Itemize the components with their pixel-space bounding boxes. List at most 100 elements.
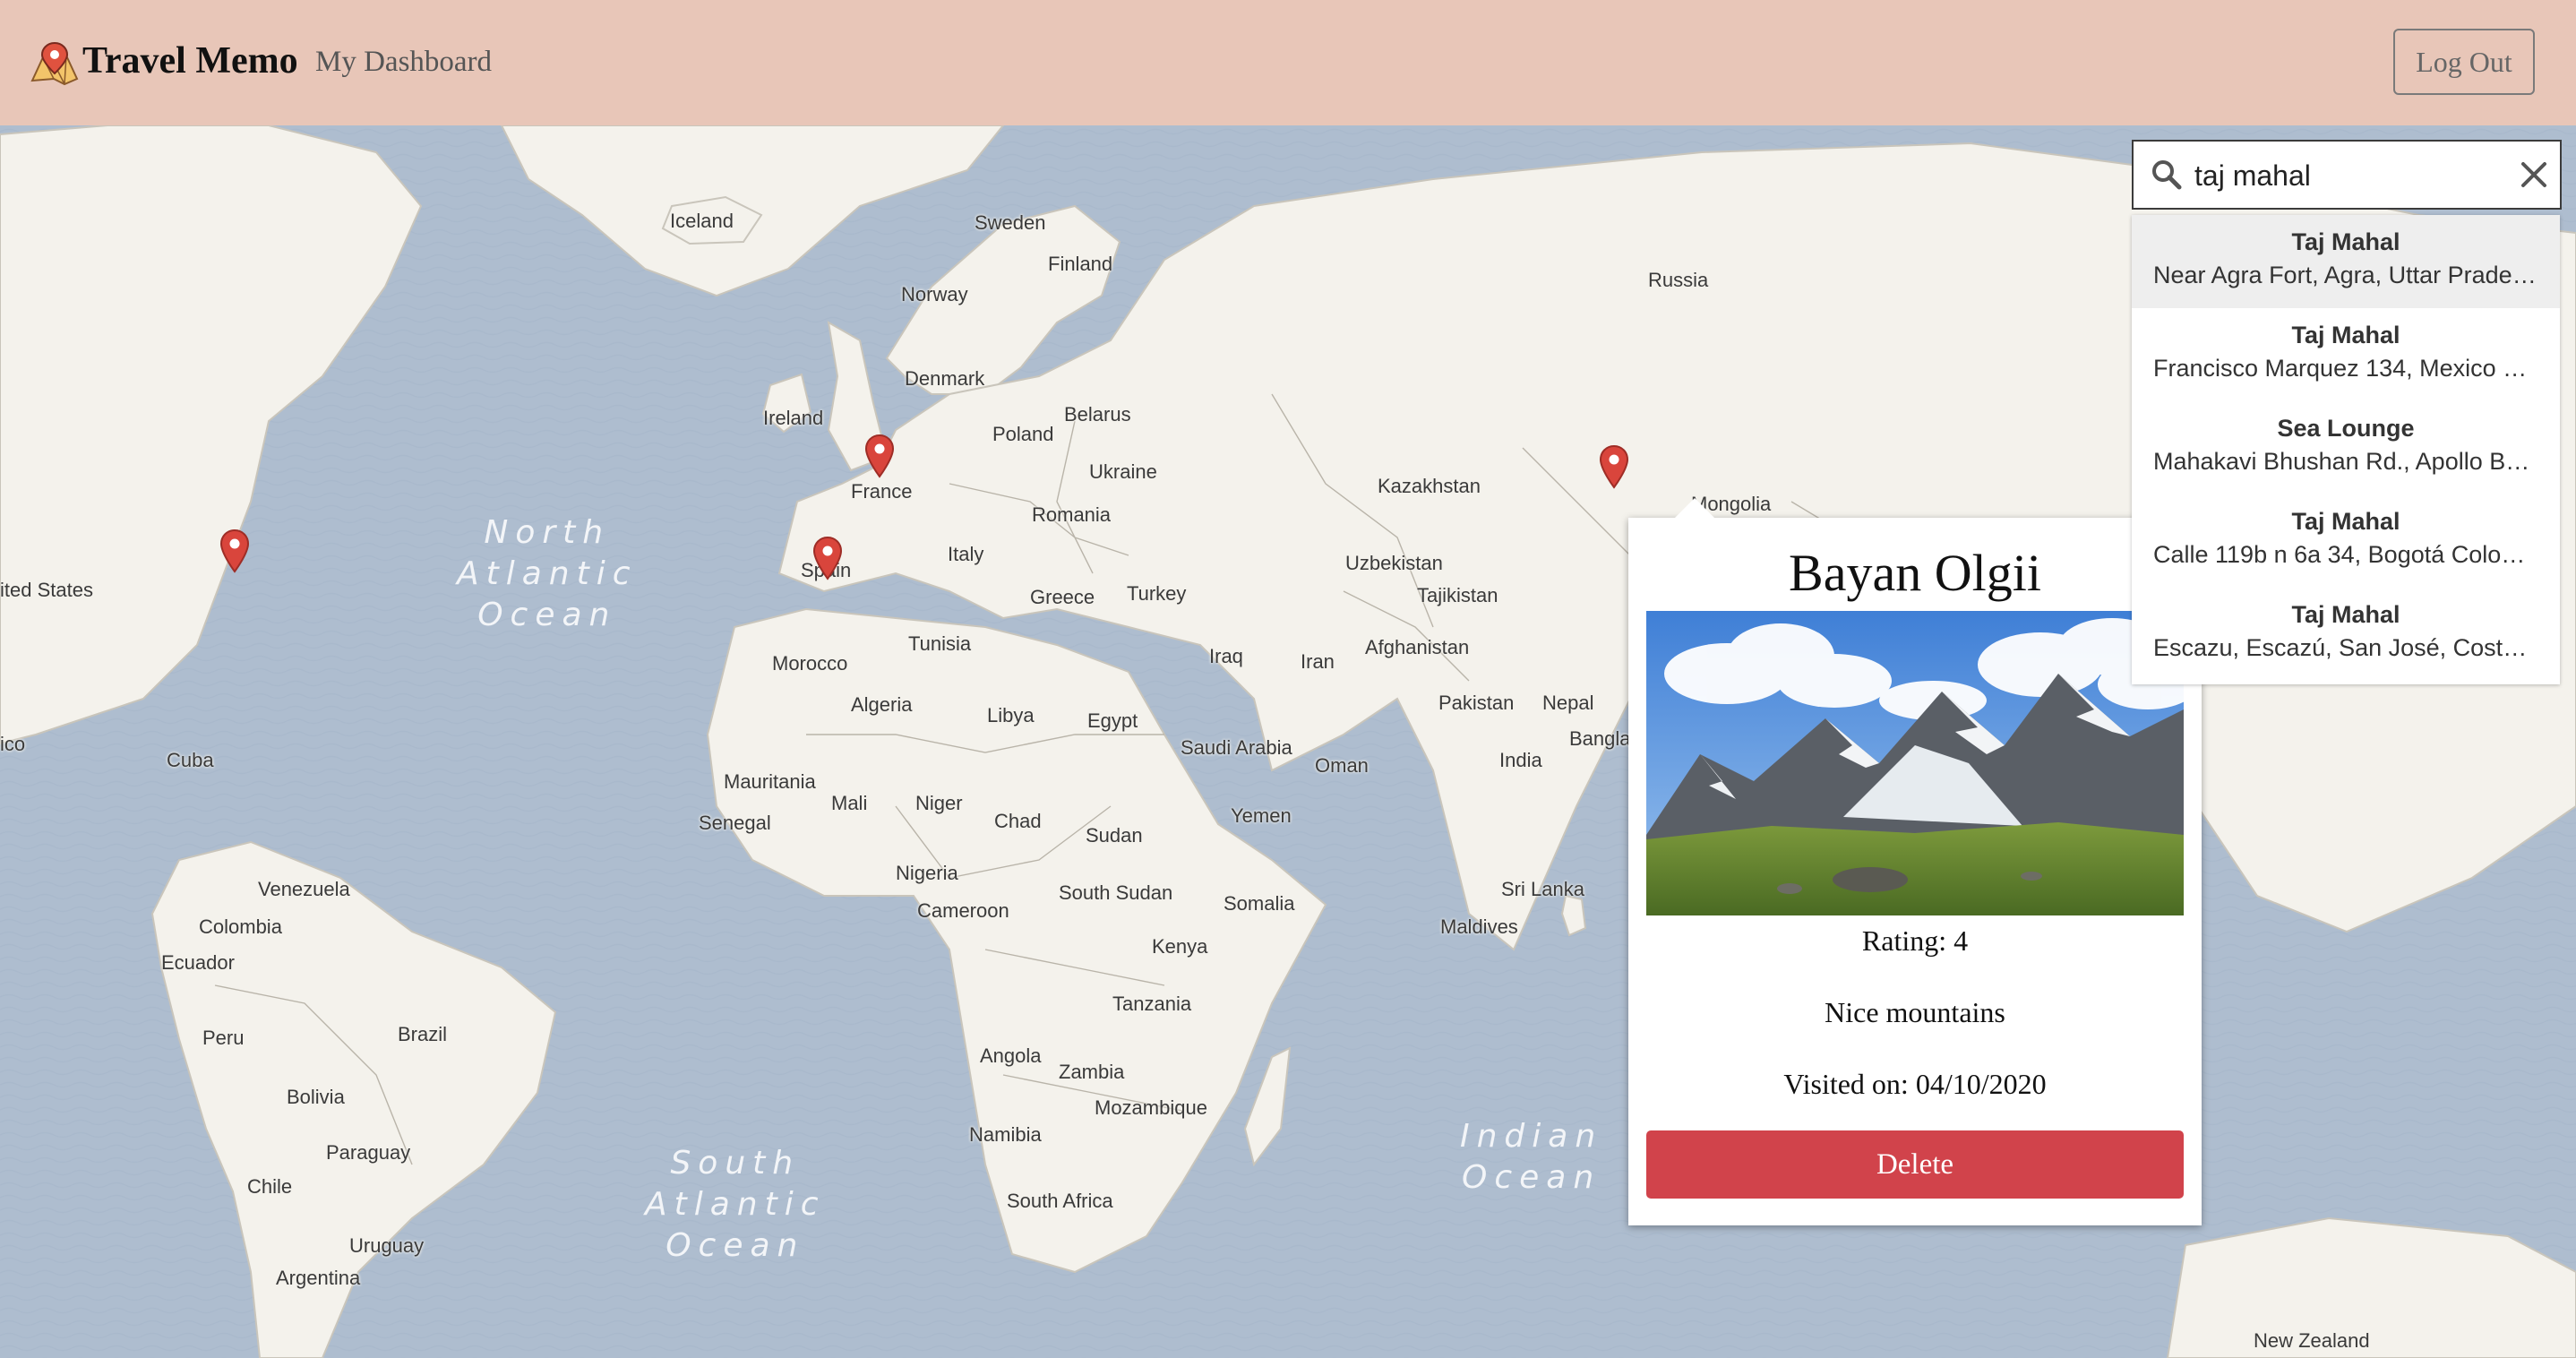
close-icon[interactable] (2519, 159, 2549, 190)
map-marker-pin-icon[interactable] (1598, 444, 1630, 489)
place-label: Pakistan (1438, 692, 1515, 714)
place-label: Belarus (1064, 403, 1131, 425)
result-address: Near Agra Fort, Agra, Uttar Prades… (2153, 262, 2549, 288)
place-label: Sri Lanka (1501, 878, 1584, 900)
top-navbar: Travel Memo My Dashboard Log Out (0, 0, 2576, 125)
location-photo (1646, 611, 2184, 915)
result-name: Sea Lounge (2277, 415, 2415, 442)
place-label: Turkey (1127, 582, 1187, 605)
map-marker-pin-icon[interactable] (811, 536, 844, 580)
place-label: Bangla (1569, 727, 1631, 750)
place-label: Angola (980, 1044, 1042, 1067)
place-label: Ecuador (161, 951, 235, 974)
place-label: Libya (987, 704, 1035, 726)
popup-rating: Rating: 4 (1861, 924, 1969, 957)
place-label: Colombia (199, 915, 282, 938)
place-label: Mali (831, 792, 868, 814)
place-label: Iraq (1209, 645, 1243, 667)
place-label: Venezuela (258, 878, 350, 900)
app-title[interactable]: Travel Memo (82, 34, 298, 88)
search-results-list: Taj Mahal Near Agra Fort, Agra, Uttar Pr… (2132, 215, 2560, 684)
place-label: Cameroon (917, 899, 1009, 922)
place-label: Chile (247, 1175, 293, 1198)
result-name: Taj Mahal (2291, 322, 2400, 348)
place-label: Ireland (763, 407, 824, 429)
search-icon (2152, 160, 2182, 190)
log-out-button[interactable]: Log Out (2393, 29, 2535, 95)
search-result-item[interactable]: Taj Mahal Near Agra Fort, Agra, Uttar Pr… (2132, 215, 2560, 308)
place-label: Sweden (975, 211, 1046, 234)
south-atlantic-ocean-label: South Atlantic Ocean (645, 1145, 826, 1264)
place-label: Nigeria (896, 862, 958, 884)
delete-button[interactable]: Delete (1646, 1130, 2184, 1199)
place-label: South Sudan (1059, 881, 1173, 904)
place-label: South Africa (1007, 1190, 1113, 1212)
result-name: Taj Mahal (2291, 228, 2400, 255)
map-pin-logo-icon (30, 41, 79, 86)
north-atlantic-ocean-label: North Atlantic Ocean (457, 514, 638, 633)
result-address: Calle 119b n 6a 34, Bogotá Colom… (2153, 541, 2546, 568)
place-label: Senegal (699, 812, 771, 834)
place-label: Mauritania (724, 770, 816, 793)
place-label: ico (0, 733, 26, 755)
place-label: Algeria (851, 693, 913, 716)
map-marker-pin-icon[interactable] (219, 529, 251, 573)
place-label: Niger (915, 792, 963, 814)
place-label: Saudi Arabia (1181, 736, 1292, 759)
search-result-item[interactable]: Taj Mahal Calle 119b n 6a 34, Bogotá Col… (2132, 494, 2560, 588)
indian-ocean-label: Indian Ocean (1460, 1118, 1603, 1196)
result-name: Taj Mahal (2291, 508, 2400, 535)
place-label: Russia (1648, 269, 1709, 291)
place-label: Bolivia (287, 1086, 345, 1108)
place-label: Somalia (1224, 892, 1295, 915)
result-name: Taj Mahal (2291, 601, 2400, 628)
place-label: Tunisia (908, 632, 972, 655)
location-search (2132, 140, 2562, 210)
search-input[interactable] (2194, 152, 2490, 199)
place-label: Sudan (1086, 824, 1143, 847)
popup-visited-date: Visited on: 04/10/2020 (1783, 1068, 2047, 1100)
place-label: Maldives (1440, 915, 1518, 938)
place-label: Egypt (1087, 709, 1138, 732)
place-label: ited States (0, 579, 93, 601)
place-label: France (851, 480, 913, 503)
result-address: Mahakavi Bhushan Rd., Apollo Ba… (2153, 448, 2544, 475)
place-label: Chad (994, 810, 1042, 832)
place-label: Poland (992, 423, 1054, 445)
place-label: India (1499, 749, 1542, 771)
location-popup: Bayan Olgii Rating: 4 Nice mountains Vis… (1628, 518, 2202, 1225)
place-label: Peru (202, 1027, 245, 1049)
popup-title: Bayan Olgii (1789, 544, 2041, 602)
place-label: Tajikistan (1417, 584, 1498, 606)
place-label: Romania (1032, 503, 1112, 526)
place-label: Kazakhstan (1378, 475, 1481, 497)
popup-description: Nice mountains (1825, 996, 2005, 1028)
my-dashboard-link[interactable]: My Dashboard (315, 38, 492, 86)
place-label: Nepal (1542, 692, 1594, 714)
result-address: Escazu, Escazú, San José, Costa … (2153, 634, 2547, 661)
place-label: Iceland (670, 210, 734, 232)
place-label: Paraguay (326, 1141, 411, 1164)
place-label: Namibia (969, 1123, 1042, 1146)
place-label: Iran (1301, 650, 1335, 673)
place-label: Italy (948, 543, 984, 565)
place-label: Kenya (1152, 935, 1208, 958)
search-result-item[interactable]: Taj Mahal Escazu, Escazú, San José, Cost… (2132, 588, 2560, 681)
place-label: Brazil (398, 1023, 448, 1045)
place-label: New Zealand (2254, 1329, 2370, 1352)
place-label: Oman (1315, 754, 1369, 777)
search-result-item[interactable]: Sea Lounge Mahakavi Bhushan Rd., Apollo … (2132, 401, 2560, 494)
place-label: Yemen (1231, 804, 1292, 827)
place-label: Zambia (1059, 1061, 1125, 1083)
place-label: Tanzania (1112, 993, 1192, 1015)
search-result-item[interactable]: Taj Mahal Francisco Marquez 134, Mexico … (2132, 308, 2560, 401)
place-label: Finland (1048, 253, 1113, 275)
place-label: Norway (901, 283, 968, 305)
place-label: Uruguay (349, 1234, 425, 1257)
place-label: Mozambique (1095, 1096, 1207, 1119)
place-label: Morocco (772, 652, 848, 675)
map-marker-pin-icon[interactable] (863, 434, 896, 478)
place-label: Uzbekistan (1345, 552, 1443, 574)
place-label: Ukraine (1089, 460, 1157, 483)
popup-pointer (1673, 498, 1716, 520)
